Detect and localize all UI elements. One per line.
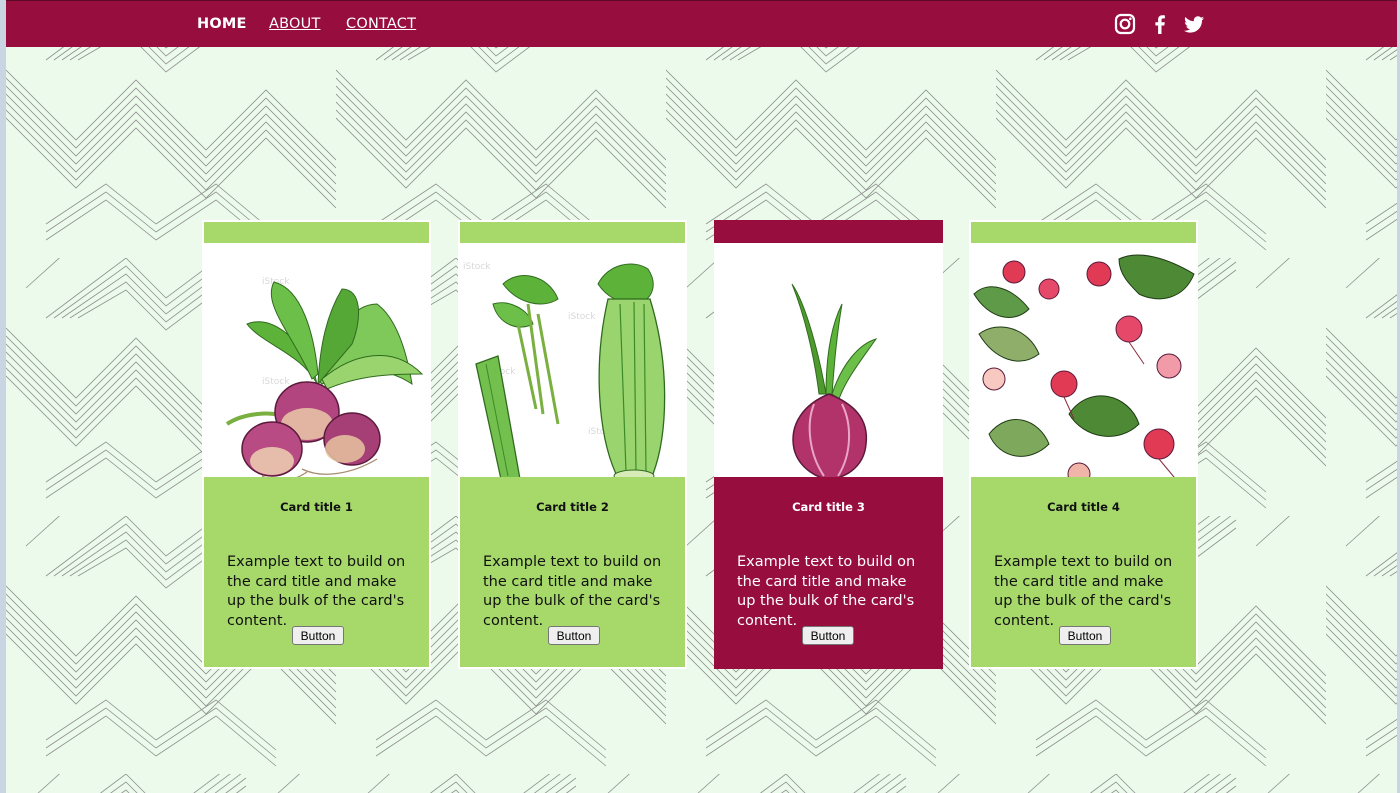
card-title: Card title 2 — [536, 500, 609, 514]
card-body: Card title 2 Example text to build on th… — [460, 477, 685, 667]
card-top-band — [714, 220, 943, 243]
card-top-band — [460, 222, 685, 243]
card-image-onion — [714, 244, 943, 495]
card-2: iStock iStock iStock iStock Card title 2… — [458, 220, 687, 669]
svg-text:iStock: iStock — [568, 312, 596, 322]
card-4: Card title 4 Example text to build on th… — [969, 220, 1198, 669]
card-image-celery: iStock iStock iStock iStock — [458, 244, 687, 495]
navbar: HOME ABOUT CONTACT — [6, 0, 1397, 47]
card-image-radishes — [969, 244, 1198, 495]
card-button[interactable]: Button — [292, 626, 344, 645]
svg-text:iStock: iStock — [262, 377, 290, 387]
card-body: Card title 1 Example text to build on th… — [204, 477, 429, 667]
card-body: Card title 4 Example text to build on th… — [971, 477, 1196, 667]
card-text: Example text to build on the card title … — [483, 554, 662, 629]
card-button[interactable]: Button — [1059, 626, 1111, 645]
card-text: Example text to build on the card title … — [227, 554, 406, 629]
facebook-icon[interactable] — [1149, 13, 1171, 35]
instagram-icon[interactable] — [1114, 13, 1136, 35]
twitter-icon[interactable] — [1183, 13, 1205, 35]
card-title: Card title 3 — [792, 500, 865, 514]
nav-link-about[interactable]: ABOUT — [269, 16, 321, 32]
card-body: Card title 3 Example text to build on th… — [714, 477, 943, 669]
card-3: Card title 3 Example text to build on th… — [714, 220, 943, 669]
card-title: Card title 4 — [1047, 500, 1120, 514]
card-text: Example text to build on the card title … — [737, 554, 916, 629]
page: HOME ABOUT CONTACT iStock iStock iStock — [6, 0, 1397, 793]
card-top-band — [971, 222, 1196, 243]
card-title: Card title 1 — [280, 500, 353, 514]
nav-link-contact[interactable]: CONTACT — [346, 16, 416, 32]
card-image-turnip: iStock iStock iStock — [202, 244, 431, 495]
card-1: iStock iStock iStock Card title 1 — [202, 220, 431, 669]
card-button[interactable]: Button — [548, 626, 600, 645]
svg-text:iStock: iStock — [463, 262, 491, 272]
card-button[interactable]: Button — [802, 626, 854, 645]
nav-link-home[interactable]: HOME — [197, 16, 247, 32]
card-top-band — [204, 222, 429, 243]
card-text: Example text to build on the card title … — [994, 554, 1173, 629]
